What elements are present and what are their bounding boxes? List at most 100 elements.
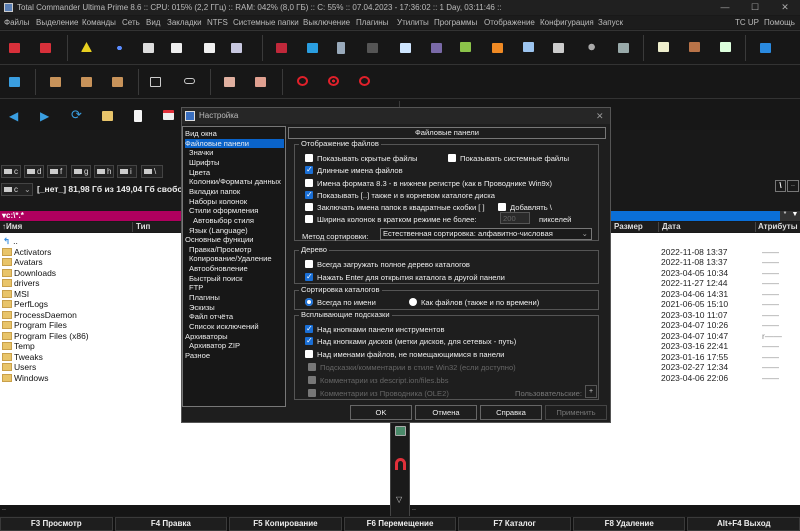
- new-file-icon[interactable]: [134, 110, 142, 122]
- drive-i-button[interactable]: i: [117, 165, 137, 178]
- edit-doc-icon[interactable]: [255, 77, 266, 87]
- tree-item[interactable]: Основные функции: [185, 235, 284, 245]
- apply-button[interactable]: Применить: [545, 405, 607, 420]
- unlink-icon[interactable]: [150, 77, 161, 87]
- menu-configuration[interactable]: Конфигурация: [540, 16, 594, 29]
- menu-files[interactable]: Файлы: [4, 16, 29, 29]
- col-size[interactable]: Размер: [614, 222, 643, 232]
- drive-c-button[interactable]: c: [1, 165, 21, 178]
- tree-item[interactable]: Правка/Просмотр: [185, 245, 284, 255]
- calendar-icon[interactable]: [163, 110, 174, 120]
- sort-like-files-radio[interactable]: Как файлов (также и по времени): [409, 298, 539, 307]
- history-button[interactable]: *: [780, 211, 790, 221]
- tree-item[interactable]: Разное: [185, 351, 284, 361]
- tree-view-icon[interactable]: [204, 43, 215, 53]
- panel1-icon[interactable]: [9, 43, 20, 53]
- tree-item[interactable]: Автообновление: [185, 264, 284, 274]
- f5-copy-button[interactable]: F5 Копирование: [229, 517, 342, 531]
- toolbox-icon[interactable]: [276, 43, 287, 53]
- enter-other-panel-checkbox[interactable]: Нажать Enter для открытия каталога в дру…: [305, 272, 505, 282]
- parent-dir-button[interactable]: ..: [787, 180, 799, 192]
- list-icon[interactable]: [618, 43, 629, 53]
- refresh-icon[interactable]: ⟳: [71, 107, 82, 123]
- f8-delete-button[interactable]: F8 Удаление: [572, 517, 686, 531]
- power-off-icon[interactable]: [297, 76, 308, 86]
- tools-icon[interactable]: [492, 43, 503, 53]
- right-command-line[interactable]: ..: [410, 505, 800, 516]
- menu-selection[interactable]: Выделение: [36, 16, 78, 29]
- tree-item[interactable]: Колонки/Форматы данных: [185, 177, 284, 187]
- drive-network-button[interactable]: \: [141, 165, 163, 178]
- view-icon[interactable]: [395, 426, 406, 436]
- search-icon[interactable]: [585, 43, 596, 53]
- tree-item[interactable]: Шрифты: [185, 158, 284, 168]
- f7-mkdir-button[interactable]: F7 Каталог: [458, 517, 571, 531]
- tree-item[interactable]: Быстрый поиск: [185, 274, 284, 284]
- tree-item[interactable]: Вид окна: [185, 129, 284, 139]
- tree-item[interactable]: Плагины: [185, 293, 284, 303]
- menu-system-folders[interactable]: Системные папки: [233, 16, 299, 29]
- left-command-line[interactable]: ..: [0, 505, 390, 516]
- show-hidden-checkbox[interactable]: Показывать скрытые файлы: [305, 154, 417, 163]
- lowercase-83-checkbox[interactable]: Имена формата 8.3 - в нижнем регистре (к…: [305, 179, 552, 188]
- sync-icon[interactable]: [9, 77, 20, 87]
- f6-move-button[interactable]: F6 Перемещение: [343, 517, 457, 531]
- window-icon[interactable]: [400, 43, 411, 53]
- tips-toolbar-checkbox[interactable]: Над кнопками панели инструментов: [305, 324, 445, 334]
- menu-commands[interactable]: Команды: [82, 16, 116, 29]
- menu-display[interactable]: Отображение: [484, 16, 535, 29]
- load-full-tree-checkbox[interactable]: Всегда загружать полное дерево каталогов: [305, 260, 470, 269]
- tree-item[interactable]: Автовыбор стиля: [185, 216, 284, 226]
- drive-h-button[interactable]: h: [94, 165, 114, 178]
- tree-item[interactable]: Архиваторы: [185, 332, 284, 342]
- settings-tree[interactable]: Вид окна Файловые панели Значки Шрифты Цвета…: [182, 126, 286, 407]
- dialog-close-button[interactable]: ✕: [596, 108, 604, 124]
- network-icon[interactable]: [760, 43, 771, 53]
- dots-icon[interactable]: [114, 43, 125, 53]
- terminal-icon[interactable]: [367, 43, 378, 53]
- pack-icon[interactable]: [50, 77, 61, 87]
- link-icon[interactable]: [184, 78, 195, 84]
- panel2-icon[interactable]: [40, 43, 51, 53]
- hibernate-icon[interactable]: [359, 76, 370, 86]
- magnet-icon[interactable]: [395, 458, 406, 470]
- f3-view-button[interactable]: F3 Просмотр: [0, 517, 113, 531]
- print-icon[interactable]: [224, 77, 235, 87]
- tips-descript-checkbox[interactable]: Комментарии из descript.ion/files.bbs: [308, 376, 449, 385]
- menu-help[interactable]: Помощь: [764, 16, 795, 29]
- tree-item[interactable]: Вкладки папок: [185, 187, 284, 197]
- tips-filenames-checkbox[interactable]: Над именами файлов, не помещающимися в п…: [305, 350, 504, 359]
- drive-d-button[interactable]: d: [24, 165, 44, 178]
- tree-item[interactable]: Значки: [185, 148, 284, 158]
- tree-item[interactable]: FTP: [185, 283, 284, 293]
- clipboard-check-icon[interactable]: [720, 42, 731, 52]
- column-width-input[interactable]: 200: [500, 212, 530, 224]
- tree-item[interactable]: Наборы колонок: [185, 197, 284, 207]
- menu-tc-up[interactable]: TC UP: [735, 16, 759, 29]
- archive-icon[interactable]: [337, 42, 345, 54]
- chart-icon[interactable]: [307, 43, 318, 53]
- add-backslash-checkbox[interactable]: Добавлять \: [498, 203, 552, 212]
- sort-method-select[interactable]: Естественная сортировка: алфавитно-число…: [380, 228, 592, 240]
- restart-icon[interactable]: [328, 76, 339, 86]
- minimize-button[interactable]: —: [710, 0, 740, 15]
- menu-view[interactable]: Вид: [146, 16, 160, 29]
- folder-globe-icon[interactable]: [431, 43, 442, 53]
- col-name[interactable]: ↑Имя: [2, 222, 22, 232]
- menu-bookmarks[interactable]: Закладки: [167, 16, 202, 29]
- thumbnails-icon[interactable]: [231, 43, 242, 53]
- brackets-checkbox[interactable]: Заключать имена папок в квадратные скобк…: [305, 203, 485, 212]
- brief-view-icon[interactable]: [143, 43, 154, 53]
- tree-item[interactable]: Список исключений: [185, 322, 284, 332]
- show-updir-checkbox[interactable]: Показывать [..] также и в корневом катал…: [305, 190, 495, 200]
- compare-icon[interactable]: [553, 43, 564, 53]
- sort-by-name-radio[interactable]: Всегда по имени: [305, 298, 376, 307]
- tips-win32-checkbox[interactable]: Подсказки/комментарии в стиле Win32 (есл…: [308, 363, 516, 372]
- menu-utilities[interactable]: Утилиты: [397, 16, 429, 29]
- new-folder-icon[interactable]: [102, 111, 113, 121]
- copy-files-icon[interactable]: [523, 42, 534, 52]
- help-button[interactable]: Справка: [480, 405, 542, 420]
- tree-item[interactable]: Копирование/Удаление: [185, 254, 284, 264]
- f4-edit-button[interactable]: F4 Правка: [114, 517, 228, 531]
- forward-icon[interactable]: ▶: [40, 109, 49, 123]
